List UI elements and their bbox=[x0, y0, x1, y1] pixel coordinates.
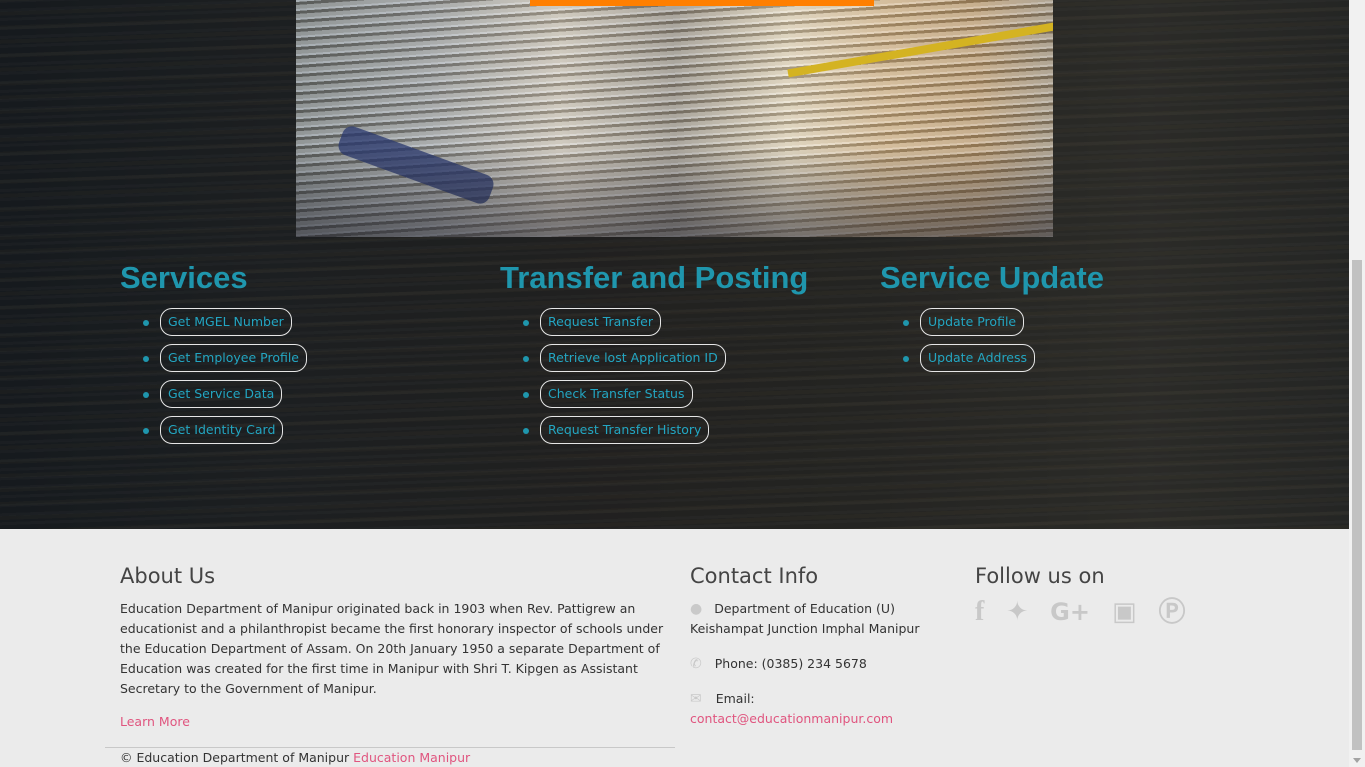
get-identity-card-button[interactable]: Get Identity Card bbox=[160, 416, 284, 444]
about-heading: About Us bbox=[120, 564, 216, 588]
email-link[interactable]: contact@educationmanipur.com bbox=[690, 711, 893, 726]
list-item: Get Employee Profile bbox=[120, 344, 307, 380]
footer: About Us Education Department of Manipur… bbox=[0, 529, 1349, 767]
request-transfer-history-button[interactable]: Request Transfer History bbox=[540, 416, 710, 444]
map-marker-icon: ● bbox=[690, 601, 703, 617]
list-item: Check Transfer Status bbox=[500, 380, 808, 416]
hero-image bbox=[296, 0, 1053, 237]
email-label: Email: bbox=[715, 691, 755, 706]
education-manipur-link[interactable]: Education Manipur bbox=[353, 750, 470, 765]
phone-icon: ✆ bbox=[690, 656, 702, 672]
retrieve-application-id-button[interactable]: Retrieve lost Application ID bbox=[540, 344, 726, 372]
social-icons: f ✦ G+ ▣ Ⓟ bbox=[975, 597, 1235, 628]
hero-accent-bar bbox=[530, 0, 874, 6]
get-employee-profile-button[interactable]: Get Employee Profile bbox=[160, 344, 307, 372]
address-line-2: Keishampat Junction Imphal Manipur bbox=[690, 621, 920, 636]
twitter-icon[interactable]: ✦ bbox=[1006, 597, 1028, 627]
request-transfer-button[interactable]: Request Transfer bbox=[540, 308, 662, 336]
address: ● Department of Education (U) Keishampat … bbox=[690, 599, 940, 639]
contact-heading: Contact Info bbox=[690, 564, 819, 588]
service-update-list: Update Profile Update Address bbox=[880, 308, 1104, 380]
pinterest-icon[interactable]: Ⓟ bbox=[1159, 597, 1186, 627]
phone-text: Phone: (0385) 234 5678 bbox=[714, 656, 867, 671]
facebook-icon[interactable]: f bbox=[975, 597, 984, 627]
list-item: Get Identity Card bbox=[120, 416, 307, 452]
service-update-heading: Service Update bbox=[880, 260, 1104, 295]
phone: ✆ Phone: (0385) 234 5678 bbox=[690, 654, 940, 674]
get-mgel-number-button[interactable]: Get MGEL Number bbox=[160, 308, 292, 336]
list-item: Update Profile bbox=[880, 308, 1104, 344]
list-item: Get MGEL Number bbox=[120, 308, 307, 344]
copyright-text: © Education Department of Manipur bbox=[120, 750, 350, 765]
list-item: Update Address bbox=[880, 344, 1104, 380]
list-item: Request Transfer bbox=[500, 308, 808, 344]
list-item: Retrieve lost Application ID bbox=[500, 344, 808, 380]
address-line-1: Department of Education (U) bbox=[714, 601, 895, 616]
about-text: Education Department of Manipur originat… bbox=[120, 601, 664, 696]
google-plus-icon[interactable]: G+ bbox=[1050, 597, 1090, 627]
get-service-data-button[interactable]: Get Service Data bbox=[160, 380, 283, 408]
email: ✉ Email: contact@educationmanipur.com bbox=[690, 689, 940, 729]
envelope-icon: ✉ bbox=[690, 691, 702, 707]
follow-section: Follow us on f ✦ G+ ▣ Ⓟ bbox=[975, 561, 1235, 627]
scrollbar-thumb[interactable] bbox=[1352, 260, 1362, 750]
follow-heading: Follow us on bbox=[975, 564, 1105, 588]
copyright: © Education Department of Manipur Educat… bbox=[120, 750, 470, 765]
about-section: About Us Education Department of Manipur… bbox=[120, 561, 665, 699]
update-profile-button[interactable]: Update Profile bbox=[920, 308, 1025, 336]
vertical-scrollbar[interactable] bbox=[1349, 0, 1365, 767]
update-address-button[interactable]: Update Address bbox=[920, 344, 1036, 372]
services-column: Services Get MGEL Number Get Employee Pr… bbox=[120, 258, 307, 452]
transfer-list: Request Transfer Retrieve lost Applicati… bbox=[500, 308, 808, 452]
scroll-down-arrow-icon[interactable] bbox=[1353, 758, 1361, 763]
services-heading: Services bbox=[120, 260, 248, 295]
list-item: Get Service Data bbox=[120, 380, 307, 416]
learn-more-link[interactable]: Learn More bbox=[120, 714, 190, 729]
check-transfer-status-button[interactable]: Check Transfer Status bbox=[540, 380, 693, 408]
contact-section: Contact Info ● Department of Education (U… bbox=[690, 561, 940, 729]
instagram-icon[interactable]: ▣ bbox=[1112, 597, 1137, 627]
transfer-heading: Transfer and Posting bbox=[500, 260, 809, 295]
services-list: Get MGEL Number Get Employee Profile Get… bbox=[120, 308, 307, 452]
footer-divider bbox=[105, 747, 675, 748]
page: Services Get MGEL Number Get Employee Pr… bbox=[0, 0, 1349, 767]
service-update-column: Service Update Update Profile Update Add… bbox=[880, 258, 1104, 380]
list-item: Request Transfer History bbox=[500, 416, 808, 452]
transfer-column: Transfer and Posting Request Transfer Re… bbox=[500, 258, 808, 452]
